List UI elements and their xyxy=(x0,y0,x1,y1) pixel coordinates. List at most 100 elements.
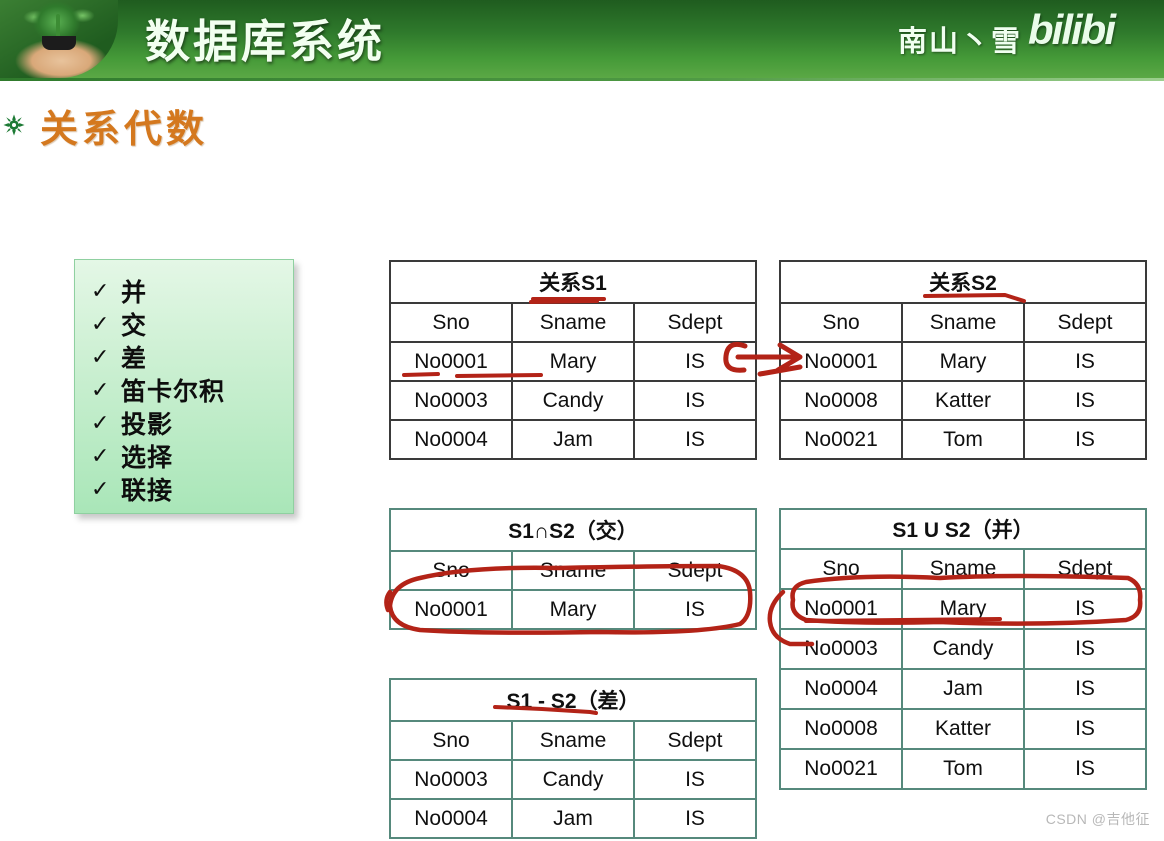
table-cell: No0008 xyxy=(779,380,903,421)
table-cell: IS xyxy=(633,759,757,800)
list-item-label: 选择 xyxy=(121,444,174,472)
table-row: No0003 Candy IS xyxy=(779,628,1147,670)
table-cell: IS xyxy=(633,419,757,460)
relation-s2-table: 关系S2 Sno Sname Sdept No0001 Mary IS No00… xyxy=(779,260,1147,460)
bilibili-logo: bilibi xyxy=(1028,6,1116,53)
table-cell: No0003 xyxy=(389,759,513,800)
list-item[interactable]: ✓ 投影 xyxy=(91,406,293,439)
table-caption: S1 U S2（并） xyxy=(779,508,1147,550)
table-row: No0004 Jam IS xyxy=(389,798,757,839)
table-cell: No0003 xyxy=(779,628,903,670)
table-cell: Jam xyxy=(511,419,635,460)
table-cell: Mary xyxy=(511,589,635,630)
header-banner: 数据库系统 南山丶雪 bilibi xyxy=(0,0,1164,78)
table-cell: IS xyxy=(1023,419,1147,460)
list-item[interactable]: ✓ 交 xyxy=(91,307,293,340)
sprout-soil-shape xyxy=(42,36,76,50)
green-flower-bullet-icon xyxy=(3,114,25,136)
relation-s1-table: 关系S1 Sno Sname Sdept No0001 Mary IS No00… xyxy=(389,260,757,460)
table-header-row: Sno Sname Sdept xyxy=(389,550,757,591)
table-cell: No0001 xyxy=(779,588,903,630)
table-cell: Candy xyxy=(901,628,1025,670)
table-cell: Jam xyxy=(511,798,635,839)
table-cell: IS xyxy=(1023,380,1147,421)
column-header: Sdept xyxy=(633,550,757,591)
list-item[interactable]: ✓ 选择 xyxy=(91,439,293,472)
table-cell: IS xyxy=(633,589,757,630)
table-cell: IS xyxy=(1023,668,1147,710)
check-mark-icon: ✓ xyxy=(91,343,110,369)
table-caption-row: 关系S1 xyxy=(389,260,757,304)
table-cell: Tom xyxy=(901,748,1025,790)
table-row: No0001 Mary IS xyxy=(389,341,757,382)
table-cell: Katter xyxy=(901,380,1025,421)
header-divider xyxy=(0,78,1164,81)
table-cell: No0021 xyxy=(779,419,903,460)
table-cell: Mary xyxy=(511,341,635,382)
course-title: 数据库系统 xyxy=(145,17,386,67)
table-cell: IS xyxy=(1023,341,1147,382)
list-item-label: 交 xyxy=(121,312,148,340)
column-header: Sname xyxy=(901,302,1025,343)
table-cell: IS xyxy=(1023,748,1147,790)
list-item[interactable]: ✓ 并 xyxy=(91,274,293,307)
list-item[interactable]: ✓ 联接 xyxy=(91,472,293,505)
list-item[interactable]: ✓ 差 xyxy=(91,340,293,373)
table-cell: Mary xyxy=(901,588,1025,630)
table-cell: Katter xyxy=(901,708,1025,750)
table-caption: 关系S1 xyxy=(389,260,757,304)
table-cell: Tom xyxy=(901,419,1025,460)
table-header-row: Sno Sname Sdept xyxy=(779,302,1147,343)
table-cell: No0001 xyxy=(779,341,903,382)
table-cell: No0001 xyxy=(389,341,513,382)
check-mark-icon: ✓ xyxy=(91,409,110,435)
table-row: No0003 Candy IS xyxy=(389,380,757,421)
column-header: Sname xyxy=(901,548,1025,590)
table-row: No0004 Jam IS xyxy=(389,419,757,460)
column-header: Sno xyxy=(389,302,513,343)
table-cell: Jam xyxy=(901,668,1025,710)
author-name: 南山丶雪 xyxy=(897,26,1022,58)
table-caption: S1∩S2（交） xyxy=(389,508,757,552)
table-cell: No0008 xyxy=(779,708,903,750)
list-item[interactable]: ✓ 笛卡尔积 xyxy=(91,373,293,406)
column-header: Sdept xyxy=(1023,302,1147,343)
table-cell: IS xyxy=(1023,708,1147,750)
column-header: Sno xyxy=(779,548,903,590)
column-header: Sno xyxy=(779,302,903,343)
table-caption-row: 关系S2 xyxy=(779,260,1147,304)
table-row: No0021 Tom IS xyxy=(779,748,1147,790)
table-row: No0003 Candy IS xyxy=(389,759,757,800)
intersection-table: S1∩S2（交） Sno Sname Sdept No0001 Mary IS xyxy=(389,508,757,630)
list-item-label: 并 xyxy=(121,279,148,307)
relational-algebra-operations-list: ✓ 并 ✓ 交 ✓ 差 ✓ 笛卡尔积 ✓ 投影 ✓ 选择 ✓ 联接 xyxy=(74,259,294,514)
check-mark-icon: ✓ xyxy=(91,277,110,303)
table-cell: IS xyxy=(1023,628,1147,670)
table-cell: No0003 xyxy=(389,380,513,421)
union-table: S1 U S2（并） Sno Sname Sdept No0001 Mary I… xyxy=(779,508,1147,790)
column-header: Sdept xyxy=(1023,548,1147,590)
table-caption: S1 - S2（差） xyxy=(389,678,757,722)
page-title: 关系代数 xyxy=(40,109,209,151)
table-header-row: Sno Sname Sdept xyxy=(779,548,1147,590)
table-cell: No0001 xyxy=(389,589,513,630)
check-mark-icon: ✓ xyxy=(91,475,110,501)
table-row: No0004 Jam IS xyxy=(779,668,1147,710)
table-cell: IS xyxy=(633,341,757,382)
table-row: No0001 Mary IS xyxy=(779,341,1147,382)
table-row: No0001 Mary IS xyxy=(779,588,1147,630)
table-row: No0021 Tom IS xyxy=(779,419,1147,460)
table-caption-row: S1 U S2（并） xyxy=(779,508,1147,550)
column-header: Sname xyxy=(511,302,635,343)
table-cell: IS xyxy=(633,798,757,839)
column-header: Sno xyxy=(389,720,513,761)
table-cell: Mary xyxy=(901,341,1025,382)
column-header: Sdept xyxy=(633,302,757,343)
table-cell: No0004 xyxy=(389,798,513,839)
table-cell: Candy xyxy=(511,759,635,800)
table-row: No0008 Katter IS xyxy=(779,380,1147,421)
difference-table: S1 - S2（差） Sno Sname Sdept No0003 Candy … xyxy=(389,678,757,839)
sprout-in-hand-photo-icon xyxy=(0,0,118,78)
table-cell: No0021 xyxy=(779,748,903,790)
table-cell: Candy xyxy=(511,380,635,421)
